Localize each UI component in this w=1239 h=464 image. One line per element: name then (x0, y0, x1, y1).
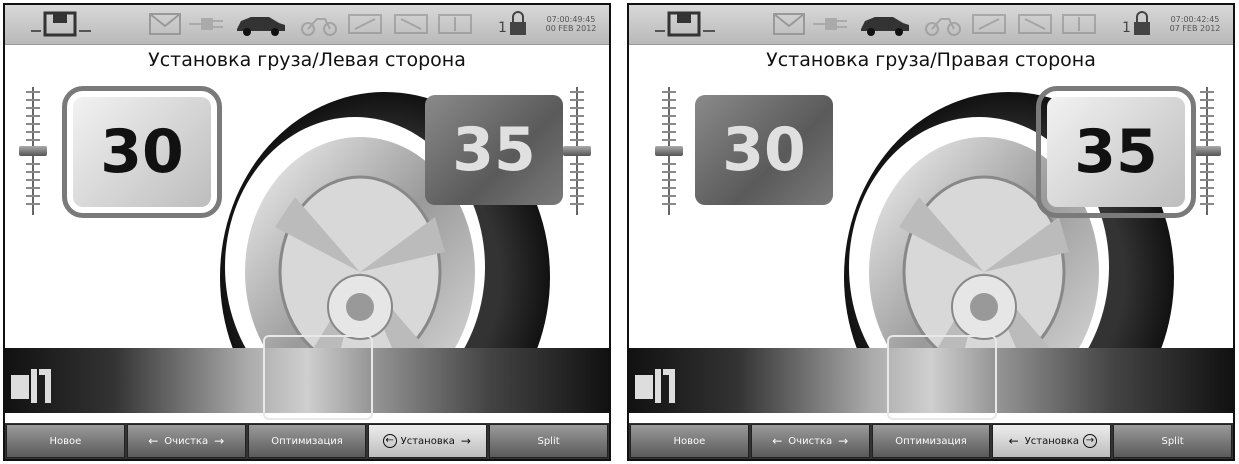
right-weight-value[interactable]: 35 (425, 95, 563, 205)
arrow-left-icon: ← (148, 434, 159, 448)
mode-icon[interactable] (1015, 9, 1055, 39)
slider-handle[interactable] (655, 146, 683, 156)
car-icon[interactable] (855, 9, 915, 39)
nav-optimization-button[interactable]: Оптимизация (871, 424, 991, 458)
plug-icon[interactable] (811, 9, 851, 39)
padlock-icon[interactable]: 1 (495, 9, 533, 39)
clock-time: 07:00:42:45 (1170, 15, 1220, 24)
page-title: Установка груза/Левая сторона (148, 49, 466, 71)
nav-label: Оптимизация (895, 435, 967, 447)
target-position-window (887, 335, 997, 420)
left-weight-value[interactable]: 30 (62, 86, 222, 218)
nav-new-button[interactable]: Новое (630, 424, 749, 458)
clock-date: 00 FEB 2012 (545, 24, 597, 33)
nav-label: Установка (1024, 435, 1079, 447)
mail-icon[interactable] (771, 9, 807, 39)
nav-label: Оптимизация (271, 435, 343, 447)
left-plane-slider[interactable] (19, 87, 47, 215)
nav-label: Очистка (164, 435, 209, 447)
slider-handle[interactable] (563, 146, 591, 156)
svg-text:1: 1 (498, 20, 507, 36)
right-weight-value[interactable]: 35 (1036, 86, 1196, 218)
arrow-right-icon: → (214, 434, 225, 448)
status-bar: 1 07:00:42:45 07 FEB 2012 (629, 5, 1233, 45)
nav-install-button[interactable]: ← Установка → (368, 424, 488, 458)
mode-icon[interactable] (391, 9, 431, 39)
bottom-nav: Новое ← Очистка → Оптимизация ← Установка → … (629, 423, 1233, 459)
mode-icon[interactable] (435, 9, 475, 39)
nav-optimization-button[interactable]: Оптимизация (247, 424, 367, 458)
nav-label: Split (1161, 435, 1184, 447)
left-plane-slider[interactable] (655, 87, 683, 215)
nav-install-button[interactable]: ← Установка → (992, 424, 1112, 458)
wheel-balancer-icon[interactable] (27, 9, 97, 39)
nav-clean-button[interactable]: ← Очистка → (126, 424, 246, 458)
svg-text:1: 1 (1122, 20, 1131, 36)
nav-split-button[interactable]: Split (489, 424, 608, 458)
mail-icon[interactable] (147, 9, 183, 39)
mode-icon[interactable] (345, 9, 385, 39)
clock-time: 07:00:49:45 (546, 15, 596, 24)
mode-icon[interactable] (969, 9, 1009, 39)
nav-label: Очистка (788, 435, 833, 447)
arrow-left-icon: ← (772, 434, 783, 448)
arrow-left-icon: ← (1008, 434, 1019, 448)
motorcycle-icon[interactable] (923, 9, 963, 39)
motorcycle-icon[interactable] (299, 9, 339, 39)
nav-label: Установка (400, 435, 455, 447)
nav-label: Split (537, 435, 560, 447)
arrow-left-circle-icon: ← (382, 434, 397, 448)
balancer-screen-right: 1 07:00:42:45 07 FEB 2012 Установка груз… (627, 3, 1235, 461)
slider-handle[interactable] (19, 146, 47, 156)
target-position-window (263, 335, 373, 420)
nav-new-button[interactable]: Новое (6, 424, 125, 458)
weight-applicator-icon (9, 365, 59, 409)
clock-readout: 07:00:42:45 07 FEB 2012 (1163, 9, 1227, 39)
arrow-right-icon: → (460, 434, 471, 448)
balancer-screen-left: 1 07:00:49:45 00 FEB 2012 Установка груз… (3, 3, 611, 461)
nav-label: Новое (49, 435, 82, 447)
mode-icon[interactable] (1059, 9, 1099, 39)
car-icon[interactable] (231, 9, 291, 39)
clock-readout: 07:00:49:45 00 FEB 2012 (539, 9, 603, 39)
right-plane-slider[interactable] (563, 87, 591, 215)
weight-applicator-icon (633, 365, 683, 409)
bottom-nav: Новое ← Очистка → Оптимизация ← Установка → … (5, 423, 609, 459)
left-weight-value[interactable]: 30 (695, 95, 833, 205)
status-bar: 1 07:00:49:45 00 FEB 2012 (5, 5, 609, 45)
nav-clean-button[interactable]: ← Очистка → (750, 424, 870, 458)
page-title: Установка груза/Правая сторона (766, 49, 1096, 71)
wheel-balancer-icon[interactable] (651, 9, 721, 39)
nav-label: Новое (673, 435, 706, 447)
plug-icon[interactable] (187, 9, 227, 39)
slider-handle[interactable] (1193, 146, 1221, 156)
padlock-icon[interactable]: 1 (1119, 9, 1157, 39)
arrow-right-icon: → (838, 434, 849, 448)
arrow-right-circle-icon: → (1082, 434, 1097, 448)
nav-split-button[interactable]: Split (1113, 424, 1232, 458)
right-plane-slider[interactable] (1193, 87, 1221, 215)
clock-date: 07 FEB 2012 (1169, 24, 1221, 33)
